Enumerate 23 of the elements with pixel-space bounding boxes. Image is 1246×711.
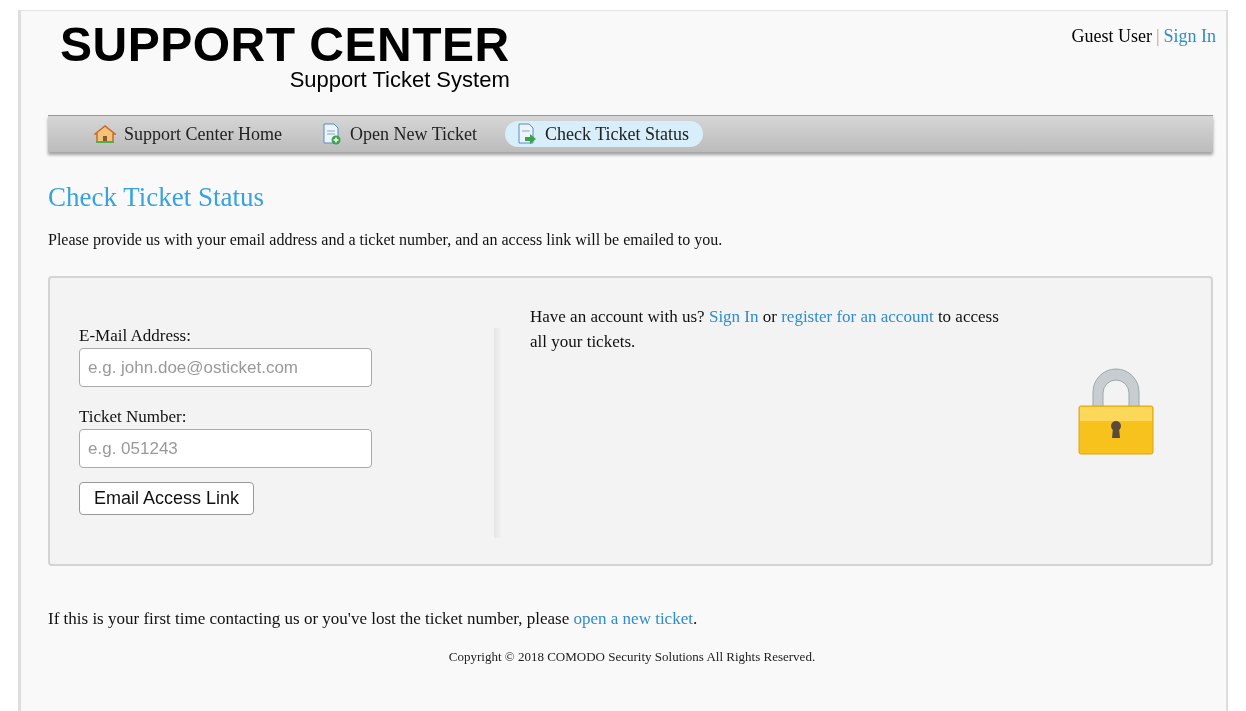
page-heading: Check Ticket Status	[48, 182, 265, 213]
padlock-icon	[1077, 366, 1155, 456]
email-access-link-button[interactable]: Email Access Link	[79, 482, 255, 515]
logo-title: SUPPORT CENTER	[60, 21, 510, 69]
nav-tab[interactable]: Check Ticket Status	[505, 121, 703, 147]
help-text: If this is your first time contacting us or you've lost the ticket number, please open a new ticket.	[48, 609, 699, 629]
user-name: Guest User	[1071, 26, 1152, 47]
account-text: Have an account with us? Sign In or register for an account to access all your tickets.	[530, 306, 1000, 353]
sign-in-link[interactable]: Sign In	[1163, 26, 1216, 47]
nav-tab[interactable]: Open New Ticket	[310, 121, 491, 147]
document-arrow-icon	[517, 123, 537, 145]
new-ticket-link[interactable]: open a new ticket	[573, 609, 693, 628]
nav-tab[interactable]: Support Center Home	[82, 121, 296, 147]
input-field[interactable]: e.g. john.doe@osticket.com	[79, 348, 372, 387]
separator: |	[1155, 26, 1160, 47]
field-label: E-Mail Address:	[79, 326, 192, 346]
logo-subtitle: Support Ticket System	[289, 67, 510, 93]
field-label: Ticket Number:	[79, 407, 188, 427]
intro-text: Please provide us with your email address and a ticket number, and an access link will be emailed to you.	[48, 231, 724, 249]
input-field[interactable]: e.g. 051243	[79, 429, 372, 468]
document-plus-icon	[322, 123, 342, 145]
house-icon	[94, 124, 116, 144]
copyright-text: Copyright © 2018 COMODO Security Solutions All Rights Reserved.	[447, 649, 817, 665]
